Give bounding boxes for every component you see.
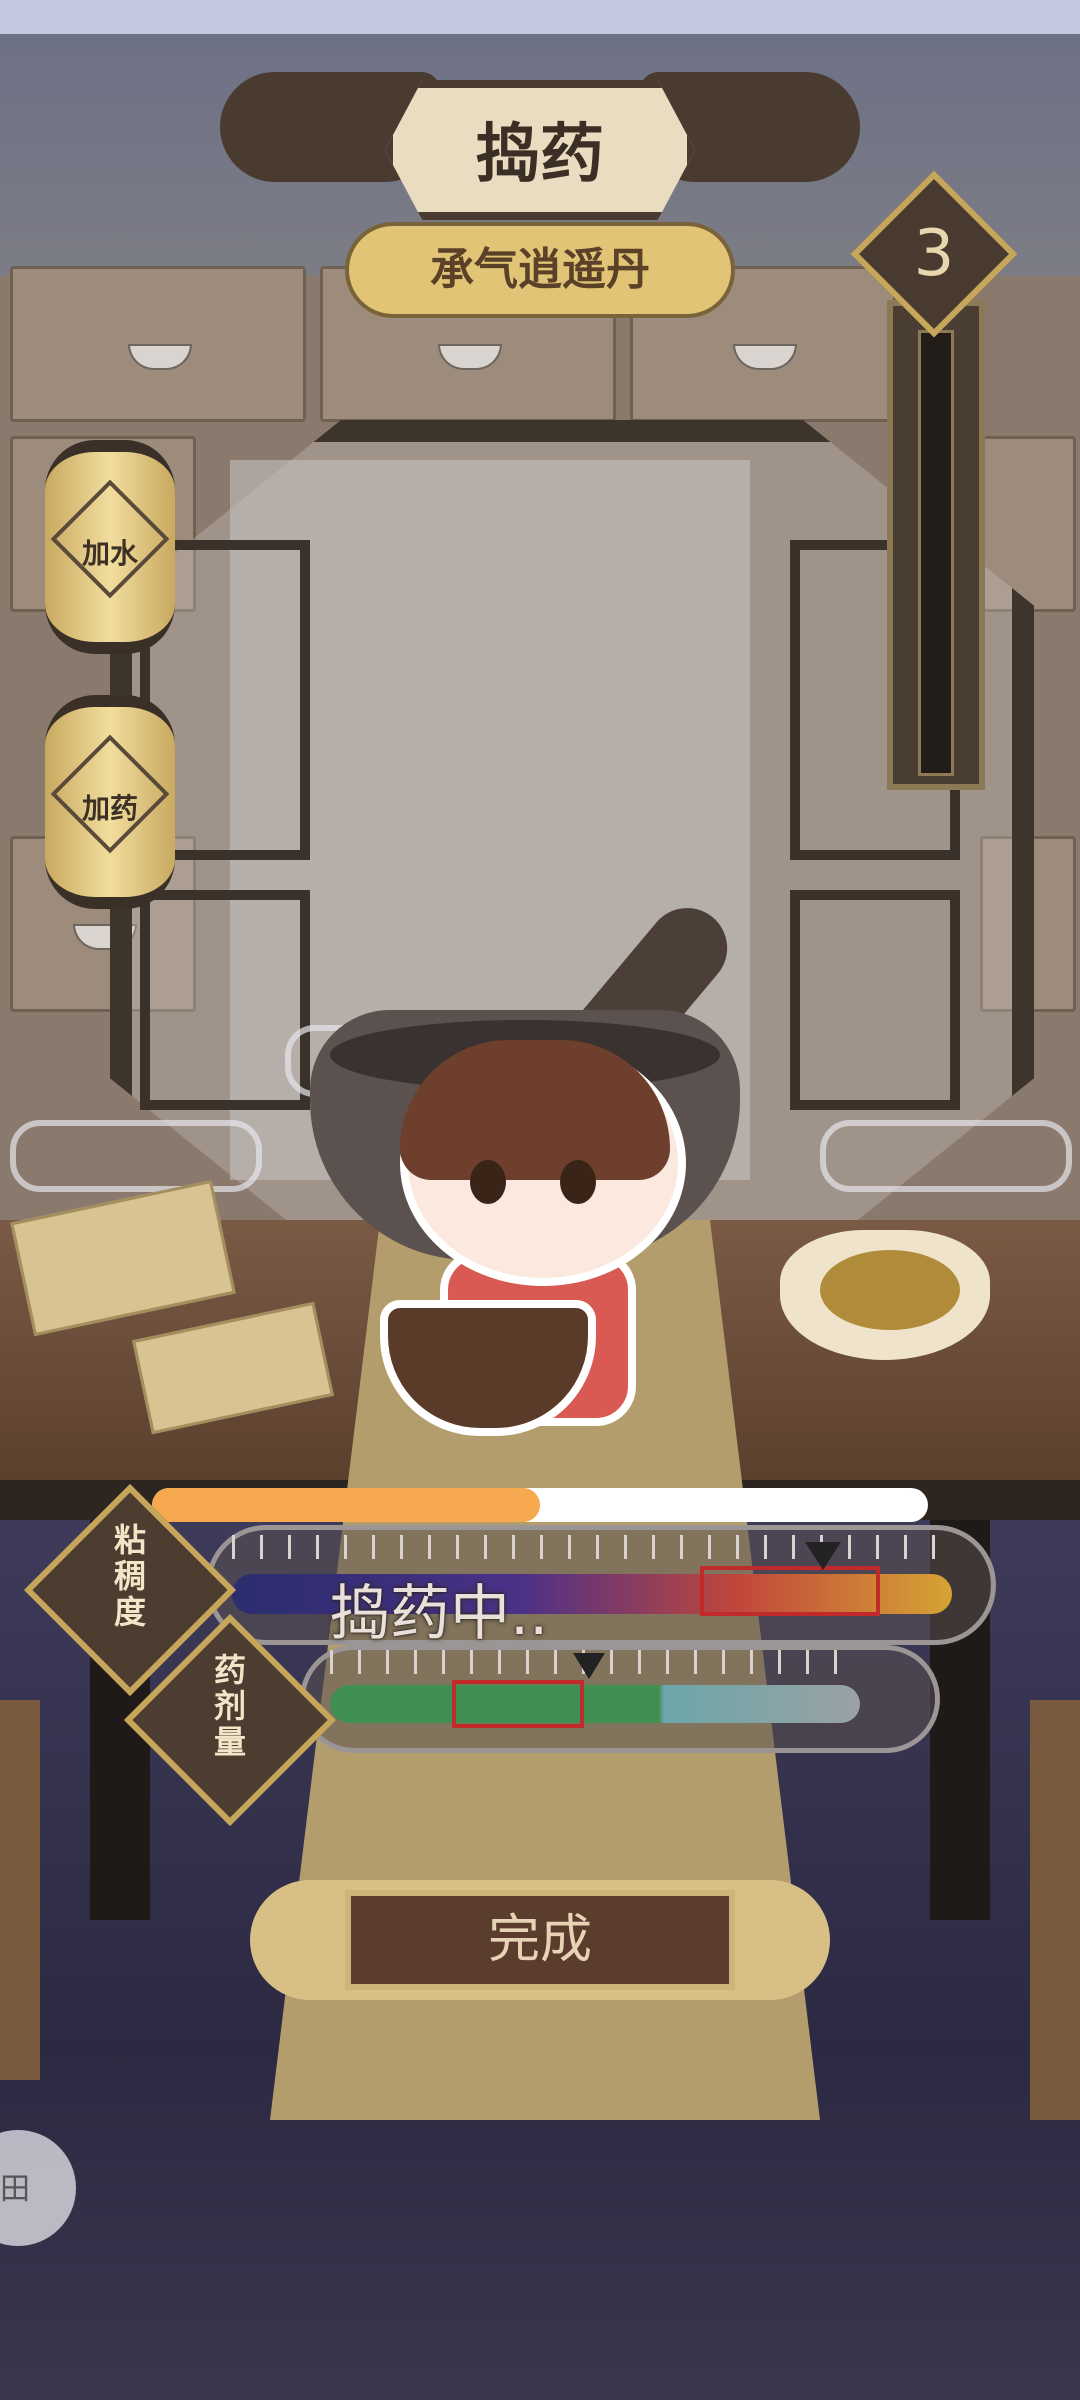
dosage-label: 药 剂 量 (200, 1652, 260, 1760)
dosage-label-char: 量 (213, 1723, 246, 1761)
progress-fill (152, 1488, 540, 1522)
dosage-target-zone (452, 1680, 584, 1728)
level-number: 3 (913, 217, 955, 291)
dosage-marker (573, 1653, 605, 1679)
add-medicine-label: 加药 (81, 792, 138, 825)
recipe-name: 承气逍遥丹 (430, 244, 650, 295)
page-title: 捣药 (476, 118, 604, 192)
character-eye (560, 1160, 596, 1204)
status-bar-strip (0, 0, 1080, 34)
viscosity-marker (805, 1542, 841, 1570)
lattice-detail-left-low (140, 890, 310, 1110)
status-text: 捣药中.. (330, 1579, 549, 1649)
lattice-detail-right-low (790, 890, 960, 1110)
mist-cloud (10, 1120, 262, 1192)
character-eye (470, 1160, 506, 1204)
mist-cloud (820, 1120, 1072, 1192)
viscosity-label-char: 粘 (113, 1521, 146, 1559)
add-medicine-button[interactable]: 加药 (45, 695, 175, 909)
viscosity-label-char: 稠 (113, 1557, 146, 1595)
add-water-button[interactable]: 加水 (45, 440, 175, 654)
viscosity-label-char: 度 (113, 1593, 146, 1631)
table-leg (1030, 1700, 1080, 2120)
dosage-label-char: 剂 (213, 1687, 246, 1725)
level-gauge-track (918, 330, 954, 776)
viscosity-label: 粘 稠 度 (100, 1522, 160, 1630)
complete-label: 完成 (487, 1910, 592, 1970)
viscosity-ticks (232, 1535, 952, 1559)
table-leg (0, 1700, 40, 2080)
dosage-bar (330, 1685, 860, 1723)
herb-powder (820, 1250, 960, 1330)
dosage-label-char: 药 (213, 1651, 246, 1689)
add-water-label: 加水 (81, 537, 138, 570)
assistive-touch-icon: 田 (0, 2172, 30, 2207)
